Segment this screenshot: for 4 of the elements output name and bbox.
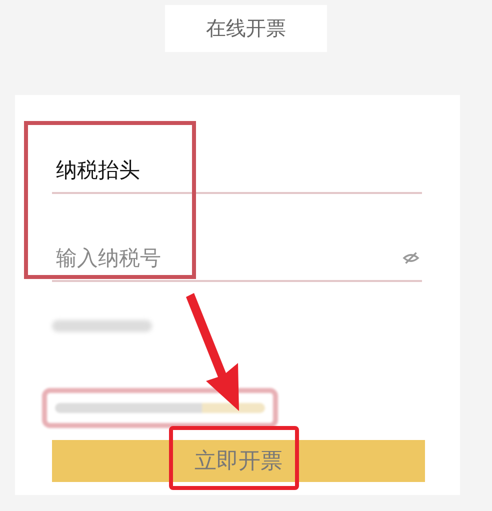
hidden-eye-icon[interactable] — [402, 251, 420, 265]
tax-number-field[interactable]: 输入纳税号 — [52, 246, 402, 270]
page-title: 在线开票 — [165, 5, 327, 52]
text-field[interactable]: 纳税抬头 — [52, 158, 422, 182]
